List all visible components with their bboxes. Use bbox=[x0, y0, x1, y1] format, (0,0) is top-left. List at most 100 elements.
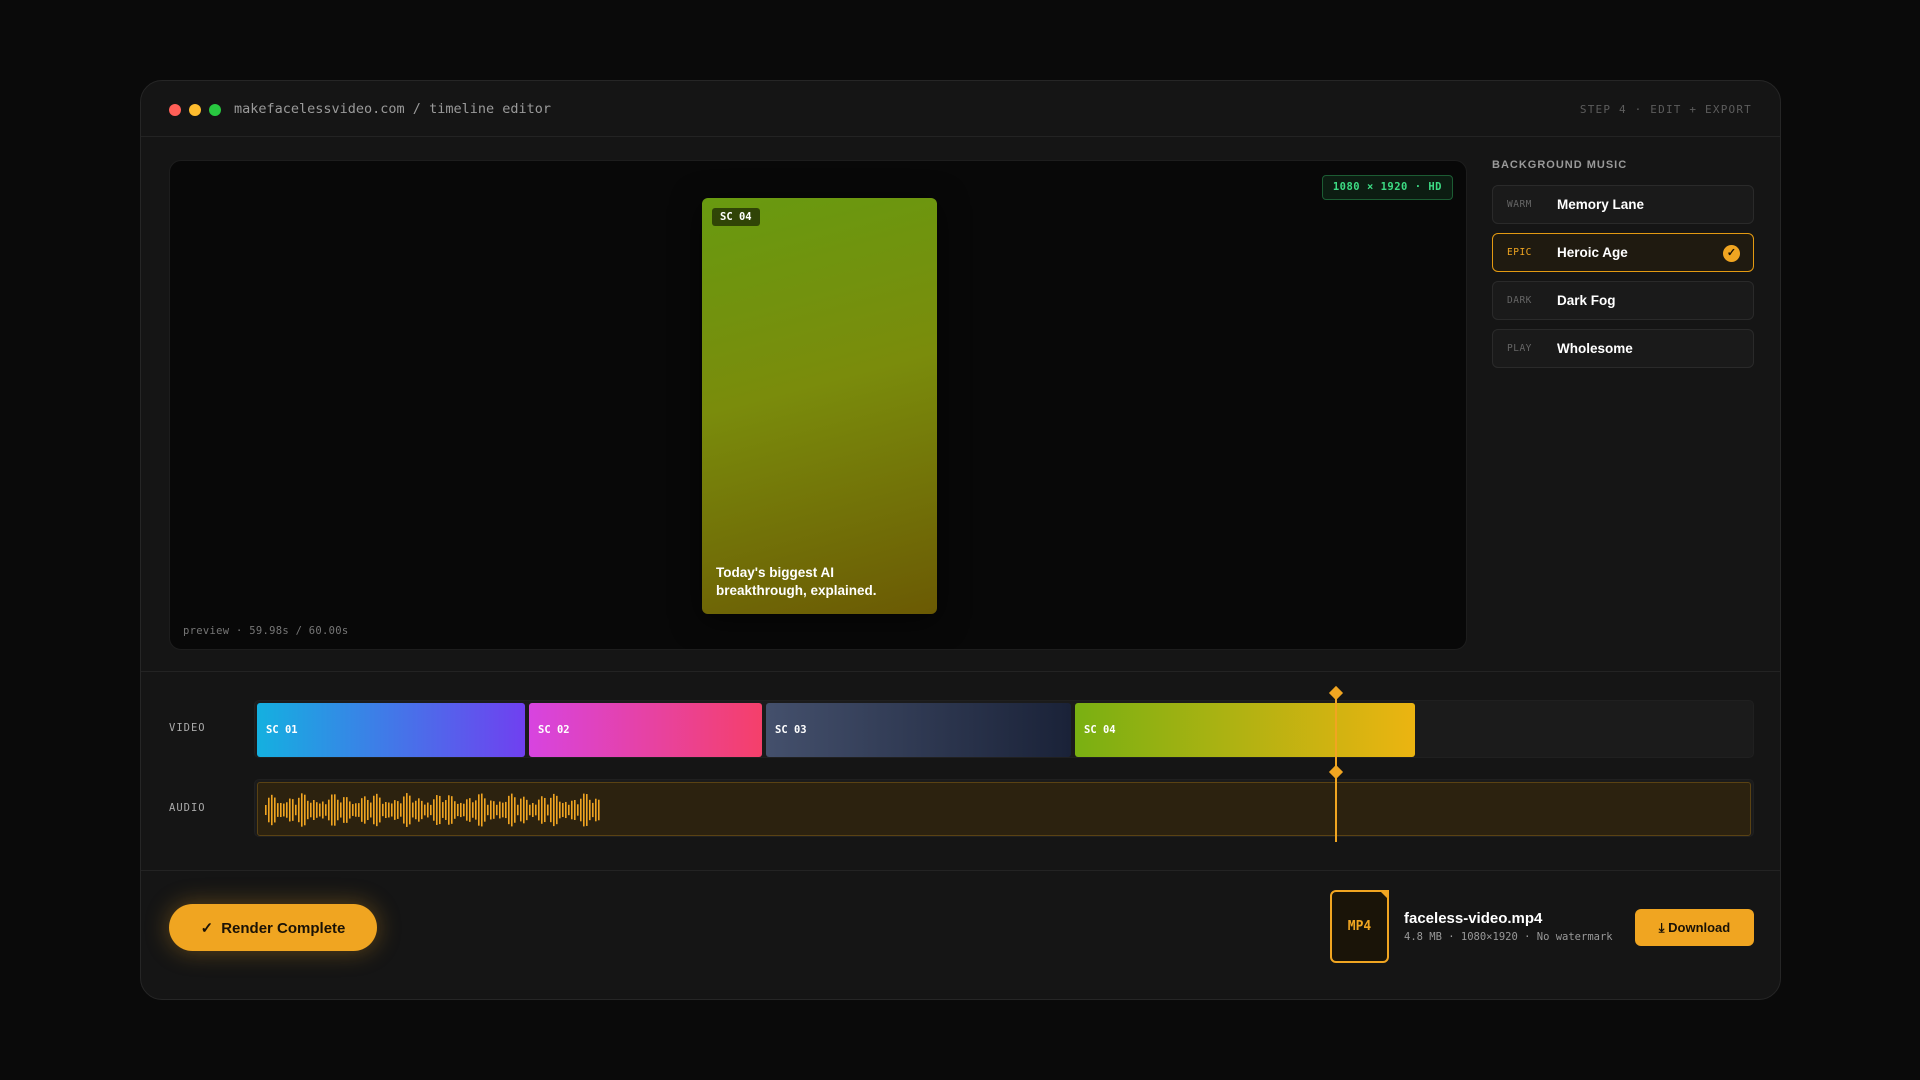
waveform-bar bbox=[454, 801, 456, 819]
waveform-bar bbox=[481, 793, 483, 827]
step-indicator: STEP 4 · EDIT + EXPORT bbox=[1579, 103, 1752, 116]
waveform-bar bbox=[283, 803, 285, 817]
waveform-bar bbox=[394, 800, 396, 820]
waveform-bar bbox=[352, 804, 354, 816]
waveform-bar bbox=[346, 797, 348, 823]
waveform-bar bbox=[349, 801, 351, 819]
video-preview: 1080 × 1920 · HD SC 04 Today's biggest A… bbox=[169, 160, 1467, 650]
waveform-bar bbox=[277, 803, 279, 817]
waveform-bar bbox=[502, 802, 504, 818]
waveform-bar bbox=[334, 794, 336, 826]
waveform-bar bbox=[280, 802, 282, 818]
waveform-bar bbox=[559, 801, 561, 819]
video-lane: SC 01 SC 02 SC 03 SC 04 bbox=[254, 700, 1754, 758]
file-extension: MP4 bbox=[1347, 919, 1372, 934]
waveform-bar bbox=[412, 802, 414, 818]
music-track-wholesome[interactable]: PLAY Wholesome bbox=[1492, 329, 1754, 368]
waveform-bar bbox=[478, 794, 480, 826]
preview-time: preview · 59.98s / 60.00s bbox=[183, 625, 349, 637]
clip-label: SC 04 bbox=[1084, 724, 1116, 736]
clip-label: SC 03 bbox=[775, 724, 807, 736]
playhead-handle[interactable] bbox=[1328, 685, 1344, 701]
check-icon: ✓ bbox=[200, 919, 214, 937]
waveform-bar bbox=[580, 798, 582, 822]
close-window-button[interactable] bbox=[169, 104, 181, 116]
clip-label: SC 01 bbox=[266, 724, 298, 736]
download-label: Download bbox=[1668, 919, 1731, 935]
render-complete-button[interactable]: ✓ Render Complete bbox=[169, 904, 377, 951]
waveform-bar bbox=[319, 803, 321, 817]
waveform-bar bbox=[472, 802, 474, 818]
waveform-bar bbox=[442, 802, 444, 818]
check-icon: ✓ bbox=[1723, 245, 1740, 262]
music-track-memory-lane[interactable]: WARM Memory Lane bbox=[1492, 185, 1754, 224]
waveform-bar bbox=[301, 793, 303, 827]
waveform-bar bbox=[436, 795, 438, 825]
download-button[interactable]: ⤓ Download bbox=[1635, 909, 1754, 946]
music-track-dark-fog[interactable]: DARK Dark Fog bbox=[1492, 281, 1754, 320]
waveform-bar bbox=[373, 795, 375, 825]
waveform-bar bbox=[574, 799, 576, 821]
waveform-bar bbox=[511, 793, 513, 827]
file-icon: MP4 bbox=[1330, 890, 1389, 963]
music-panel: BACKGROUND MUSIC WARM Memory Lane EPIC H… bbox=[1492, 159, 1754, 368]
waveform-bar bbox=[517, 804, 519, 816]
waveform-bar bbox=[325, 804, 327, 816]
title-bar: makefacelessvideo.com / timeline editor … bbox=[141, 81, 1780, 137]
waveform-bar bbox=[289, 798, 291, 822]
track-name: Wholesome bbox=[1557, 341, 1633, 356]
preview-frame: SC 04 Today's biggest AI breakthrough, e… bbox=[702, 198, 937, 614]
maximize-window-button[interactable] bbox=[209, 104, 221, 116]
video-clip-sc02[interactable]: SC 02 bbox=[529, 703, 762, 757]
waveform-bar bbox=[322, 801, 324, 819]
waveform-bar bbox=[409, 795, 411, 825]
clip-label: SC 02 bbox=[538, 724, 570, 736]
waveform-bar bbox=[268, 797, 270, 823]
track-tag: DARK bbox=[1507, 295, 1532, 306]
waveform-bar bbox=[382, 803, 384, 817]
waveform-bar bbox=[385, 801, 387, 819]
waveform-bar bbox=[520, 798, 522, 822]
waveform-bar bbox=[577, 804, 579, 816]
waveform-bar bbox=[340, 802, 342, 818]
waveform-bar bbox=[430, 804, 432, 816]
caption-text: Today's biggest AI breakthrough, explain… bbox=[716, 565, 877, 598]
breadcrumb: makefacelessvideo.com / timeline editor bbox=[234, 101, 551, 117]
waveform-bar bbox=[496, 804, 498, 816]
waveform-bar bbox=[508, 795, 510, 825]
waveform-bar bbox=[562, 803, 564, 817]
download-icon: ⤓ bbox=[1658, 919, 1669, 935]
waveform-bar bbox=[433, 799, 435, 821]
waveform-bar bbox=[313, 800, 315, 820]
waveform-bar bbox=[448, 795, 450, 825]
waveform-bar bbox=[526, 799, 528, 821]
waveform-bar bbox=[457, 803, 459, 817]
waveform-bar bbox=[598, 799, 600, 821]
track-tag: EPIC bbox=[1507, 247, 1532, 258]
waveform-bar bbox=[361, 798, 363, 822]
playhead-marker bbox=[1328, 764, 1344, 780]
waveform-bar bbox=[490, 800, 492, 820]
waveform-bar bbox=[547, 804, 549, 816]
waveform-bar bbox=[463, 803, 465, 817]
waveform-bar bbox=[418, 798, 420, 822]
minimize-window-button[interactable] bbox=[189, 104, 201, 116]
video-clip-sc01[interactable]: SC 01 bbox=[257, 703, 525, 757]
file-meta: 4.8 MB · 1080×1920 · No watermark bbox=[1404, 931, 1613, 943]
waveform-bar bbox=[445, 800, 447, 820]
file-name: faceless-video.mp4 bbox=[1404, 910, 1543, 927]
editor-window: makefacelessvideo.com / timeline editor … bbox=[140, 80, 1781, 1000]
waveform-bar bbox=[514, 797, 516, 823]
track-tag: WARM bbox=[1507, 199, 1532, 210]
waveform-bar bbox=[484, 798, 486, 822]
resolution-badge: 1080 × 1920 · HD bbox=[1321, 175, 1453, 200]
waveform-bar bbox=[331, 794, 333, 826]
waveform-bar bbox=[397, 801, 399, 819]
audio-clip[interactable] bbox=[257, 782, 1751, 836]
video-clip-sc04[interactable]: SC 04 bbox=[1075, 703, 1415, 757]
video-clip-sc03[interactable]: SC 03 bbox=[766, 703, 1071, 757]
waveform-bar bbox=[376, 793, 378, 827]
waveform-bar bbox=[364, 796, 366, 824]
waveform-bar bbox=[316, 802, 318, 818]
music-track-heroic-age[interactable]: EPIC Heroic Age ✓ bbox=[1492, 233, 1754, 272]
